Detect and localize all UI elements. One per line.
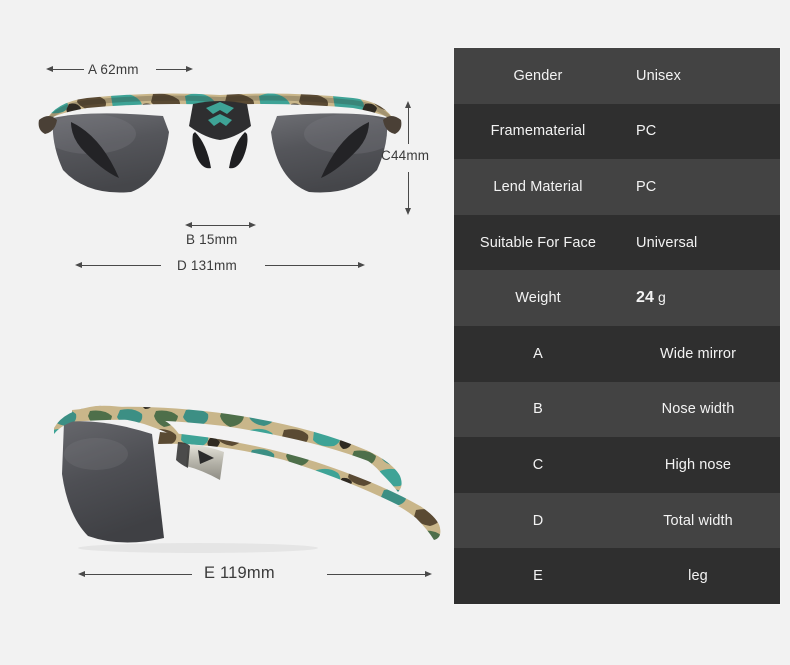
table-row: Lend Material PC bbox=[454, 159, 780, 215]
front-nose-pad-right bbox=[229, 132, 248, 169]
spec-value: Universal bbox=[636, 234, 698, 251]
spec-value: PC bbox=[636, 123, 657, 140]
spec-value: High nose bbox=[664, 456, 732, 473]
spec-value-weight: 24 g bbox=[622, 289, 780, 307]
table-row: Gender Unisex bbox=[454, 48, 780, 104]
table-row: E leg bbox=[454, 548, 780, 604]
side-hinge-metal bbox=[186, 444, 224, 480]
table-row: Suitable For Face Universal bbox=[454, 214, 780, 271]
spec-key: Suitable For Face bbox=[479, 234, 597, 251]
table-row: Weight 24 g bbox=[454, 270, 780, 326]
spec-key: B bbox=[533, 401, 543, 418]
sunglasses-front-view bbox=[38, 93, 402, 193]
side-lens bbox=[62, 421, 164, 543]
spec-key: Lend Material bbox=[493, 178, 583, 195]
spec-value: Wide mirror bbox=[659, 345, 736, 362]
product-image-panel: A 62mm C44mm B 15mm D 131mm E 119mm bbox=[0, 0, 450, 665]
front-lens-left bbox=[52, 113, 169, 193]
front-nose-pad-left bbox=[192, 132, 211, 169]
table-row: A Wide mirror bbox=[454, 325, 780, 382]
spec-key: A bbox=[533, 345, 543, 362]
product-spec-page: A 62mm C44mm B 15mm D 131mm E 119mm Gend… bbox=[0, 0, 790, 665]
spec-key: D bbox=[532, 512, 544, 529]
spec-key: E bbox=[533, 568, 543, 585]
spec-key: C bbox=[532, 456, 544, 473]
spec-value: PC bbox=[636, 178, 657, 195]
table-row: C High nose bbox=[454, 437, 780, 493]
table-row: D Total width bbox=[454, 492, 780, 549]
weight-number: 24 bbox=[636, 289, 654, 307]
spec-key: Weight bbox=[515, 290, 561, 307]
spec-value: leg bbox=[688, 568, 708, 585]
spec-key: Gender bbox=[513, 67, 563, 84]
spec-value: Nose width bbox=[661, 401, 735, 418]
spec-value: Unisex bbox=[636, 67, 681, 84]
side-temple-near-tip bbox=[398, 506, 441, 540]
front-lens-right bbox=[271, 113, 388, 193]
table-row: Framematerial PC bbox=[454, 103, 780, 160]
spec-value: Total width bbox=[663, 512, 733, 529]
sunglasses-side-view bbox=[54, 405, 441, 553]
specification-table: Gender Unisex Framematerial PC Lend Mate… bbox=[454, 48, 780, 604]
spec-key: Framematerial bbox=[490, 123, 586, 140]
table-row: B Nose width bbox=[454, 381, 780, 438]
weight-unit-text: g bbox=[658, 289, 666, 306]
